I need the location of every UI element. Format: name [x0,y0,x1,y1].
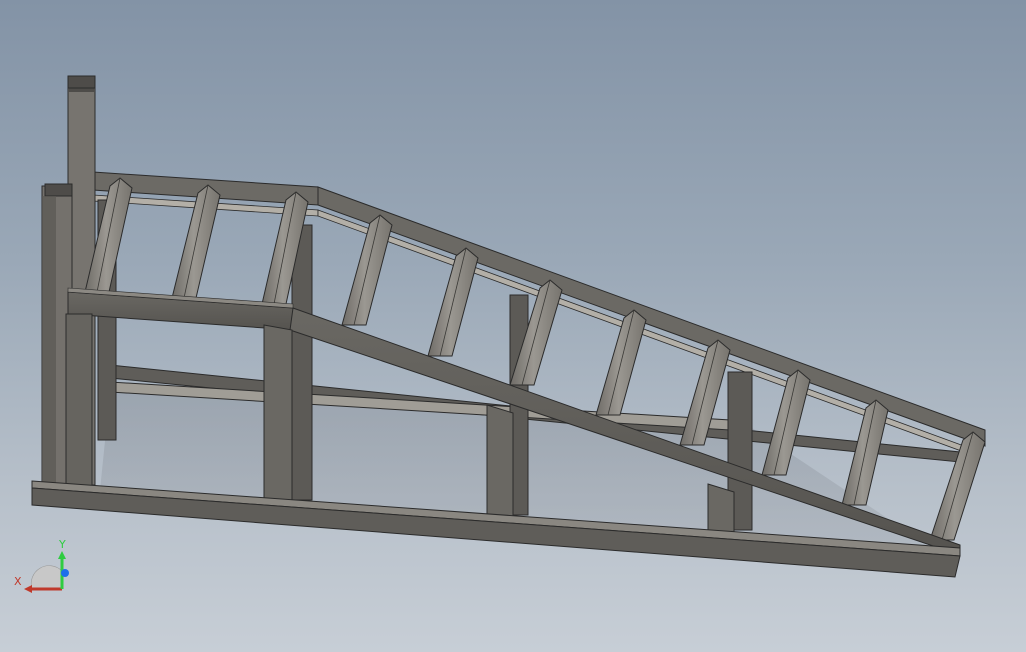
front-post-4 [707,483,735,536]
front-post-3 [486,404,514,518]
x-axis-arrowhead [24,585,32,593]
orientation-triad: X Y [14,538,69,593]
ramp-frame-model[interactable] [0,0,1026,652]
3d-viewport[interactable]: X Y [0,0,1026,652]
triad-base-arc [30,565,63,590]
left-tall-post-back-cap [67,75,96,89]
y-axis-label: Y [58,538,66,551]
front-post-2 [263,324,293,501]
back-post-2 [291,224,313,501]
front-post-1 [65,313,93,488]
y-axis-arrowhead [58,551,66,559]
left-tall-post-front-cap [44,183,73,197]
left-post-shading [42,196,56,487]
z-axis-dot [61,569,69,577]
x-axis-label: X [14,575,22,588]
left-tall-post-back-face [68,88,95,92]
